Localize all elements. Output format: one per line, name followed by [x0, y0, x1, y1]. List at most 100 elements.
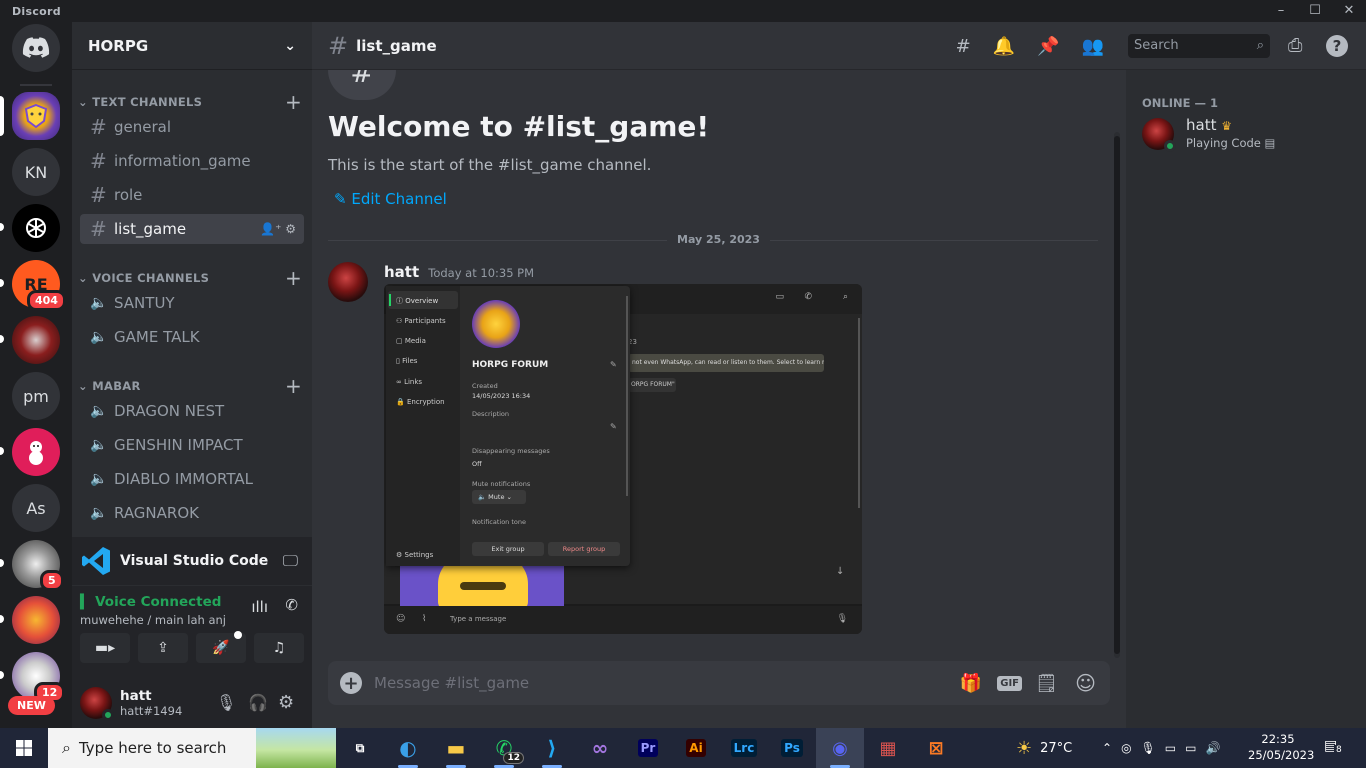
screenshare-icon: ⇪	[157, 640, 169, 656]
voice-channel-dragon-nest[interactable]: 🔈 DRAGON NEST	[80, 396, 304, 426]
bell-icon[interactable]: 🔔	[993, 36, 1015, 57]
channel-information-game[interactable]: # information_game	[80, 146, 304, 176]
microphone-icon[interactable]: 🎙	[216, 693, 236, 712]
activity-name: Visual Studio Code	[120, 553, 269, 569]
task-view-icon[interactable]: ⧉	[336, 728, 384, 768]
invite-icon[interactable]: 👤⁺	[260, 222, 281, 236]
add-channel-icon[interactable]: +	[285, 90, 302, 114]
add-channel-icon[interactable]: +	[285, 266, 302, 290]
member-item[interactable]: hatt ♛ Playing Code ▤	[1142, 116, 1352, 158]
wa-menu-media: ▢ Media	[396, 337, 426, 345]
meet-now-icon[interactable]: ◎	[1121, 741, 1131, 755]
avatar[interactable]	[80, 686, 114, 721]
wa-menu-settings: ⚙ Settings	[396, 551, 434, 559]
server-chatgpt[interactable]	[12, 204, 60, 252]
file-explorer-icon[interactable]: ▬	[432, 728, 480, 768]
settings-gear-icon[interactable]: ⚙	[278, 692, 294, 713]
new-unreads-pill[interactable]: NEW	[8, 696, 55, 715]
taskbar-search[interactable]: ⌕ Type here to search	[48, 728, 336, 768]
visual-studio-icon[interactable]: ∞	[576, 728, 624, 768]
vscode-taskbar-icon[interactable]: ⟩	[528, 728, 576, 768]
close-icon[interactable]: ✕	[1332, 0, 1366, 22]
gif-icon[interactable]: GIF	[997, 675, 1022, 691]
headphones-icon[interactable]: 🎧	[248, 693, 268, 712]
voice-channel-diablo-immortal[interactable]: 🔈 DIABLO IMMORTAL	[80, 464, 304, 494]
edit-channel-link[interactable]: ✎ Edit Channel	[334, 190, 447, 208]
screenshare-button[interactable]: ⇪	[138, 633, 188, 663]
lightroom-classic-icon[interactable]: Lrc	[720, 728, 768, 768]
premiere-icon[interactable]: Pr	[624, 728, 672, 768]
category-mabar[interactable]: ⌄ MABAR +	[78, 374, 302, 398]
unread-pill	[0, 615, 4, 623]
camera-button[interactable]: ▬▸	[80, 633, 130, 663]
emoji-picker-icon[interactable]: ☺	[1075, 671, 1096, 695]
voice-channel-game-talk[interactable]: 🔈 GAME TALK	[80, 322, 304, 352]
voice-channel-genshin-impact[interactable]: 🔈 GENSHIN IMPACT	[80, 430, 304, 460]
activity-button[interactable]: 🚀	[196, 631, 246, 663]
photoshop-icon[interactable]: Ps	[768, 728, 816, 768]
server-anime[interactable]	[12, 316, 60, 364]
sticker-icon[interactable]: 🗒	[1035, 673, 1058, 694]
search-input[interactable]: Search ⌕	[1128, 33, 1270, 58]
winrar-icon[interactable]: ▦	[864, 728, 912, 768]
activity-screen-icon[interactable]: 🖵	[283, 551, 298, 571]
pin-icon[interactable]: 📌	[1037, 36, 1059, 57]
threads-icon[interactable]: #	[956, 36, 971, 57]
server-as[interactable]: As	[12, 484, 60, 532]
discord-home-icon[interactable]	[12, 24, 60, 72]
noise-suppression-icon[interactable]: ıllı	[251, 598, 268, 616]
whatsapp-icon[interactable]: ✆ 12	[480, 728, 528, 768]
message-input[interactable]: Message #list_game	[374, 674, 529, 692]
help-icon[interactable]: ?	[1326, 34, 1348, 57]
add-attachment-icon[interactable]: +	[340, 672, 362, 694]
message-composer: + Message #list_game 🎁 GIF 🗒 ☺	[328, 661, 1110, 705]
voice-channel-ragnarok[interactable]: 🔈 RAGNAROK	[80, 498, 304, 528]
battery-icon[interactable]: ▭	[1185, 741, 1196, 755]
category-text-channels[interactable]: ⌄ TEXT CHANNELS +	[78, 90, 302, 114]
xampp-icon[interactable]: ⊠	[912, 728, 960, 768]
category-voice-channels[interactable]: ⌄ VOICE CHANNELS +	[78, 266, 302, 290]
message-author[interactable]: hatt	[384, 263, 419, 281]
channel-role[interactable]: # role	[80, 180, 304, 210]
header-toolbar: # 🔔 📌 👥	[956, 22, 1126, 70]
voice-channel-santuy[interactable]: 🔈 SANTUY	[80, 288, 304, 318]
inbox-icon[interactable]: ⎙	[1288, 35, 1302, 56]
pencil-icon: ✎	[334, 190, 352, 208]
gift-icon[interactable]: 🎁	[960, 673, 982, 694]
volume-icon[interactable]: 🔊	[1205, 741, 1220, 755]
mic-tray-icon[interactable]: 🎙	[1141, 741, 1156, 755]
discord-taskbar-icon[interactable]: ◉	[816, 728, 864, 768]
chat-scrollbar-thumb[interactable]	[1114, 136, 1120, 654]
windows-start-icon[interactable]	[0, 728, 48, 768]
guild-header[interactable]: HORPG ⌄	[72, 22, 312, 70]
notification-center-icon[interactable]: ▤ 8	[1324, 738, 1344, 755]
disconnect-icon[interactable]: ✆	[285, 596, 298, 614]
phone-icon: ✆	[804, 292, 812, 302]
server-pm[interactable]: pm	[12, 372, 60, 420]
voice-location[interactable]: muwehehe / main lah anj	[80, 613, 226, 627]
illustrator-icon[interactable]: Ai	[672, 728, 720, 768]
rail-divider	[20, 84, 52, 86]
channel-list-game[interactable]: # list_game 👤⁺ ⚙	[80, 214, 304, 244]
maximize-icon[interactable]: ☐	[1298, 0, 1332, 22]
weather-widget[interactable]: ☀ 27°C	[1016, 728, 1072, 768]
add-channel-icon[interactable]: +	[285, 374, 302, 398]
edge-icon[interactable]: ◐	[384, 728, 432, 768]
server-mascot[interactable]	[12, 428, 60, 476]
chat-scrollbar-track[interactable]	[1114, 132, 1120, 658]
server-fire-character[interactable]	[12, 596, 60, 644]
message-avatar[interactable]	[328, 262, 368, 302]
vscode-icon	[80, 545, 112, 577]
network-icon[interactable]: ▭	[1165, 741, 1176, 755]
chevron-up-icon[interactable]: ⌃	[1102, 741, 1112, 755]
server-horpg[interactable]	[12, 92, 60, 140]
clock[interactable]: 22:35 25/05/2023	[1248, 732, 1314, 762]
wa-panel-scrollbar	[626, 296, 628, 496]
soundboard-button[interactable]: ♫	[254, 633, 304, 663]
channel-general[interactable]: # general	[80, 112, 304, 142]
gear-icon[interactable]: ⚙	[285, 222, 296, 236]
minimize-icon[interactable]: –	[1264, 0, 1298, 22]
image-attachment[interactable]: ▭ ✆ ⌕ 23 not even WhatsApp, can read or …	[384, 284, 862, 634]
member-list-icon[interactable]: 👥	[1082, 36, 1104, 57]
server-kn[interactable]: KN	[12, 148, 60, 196]
